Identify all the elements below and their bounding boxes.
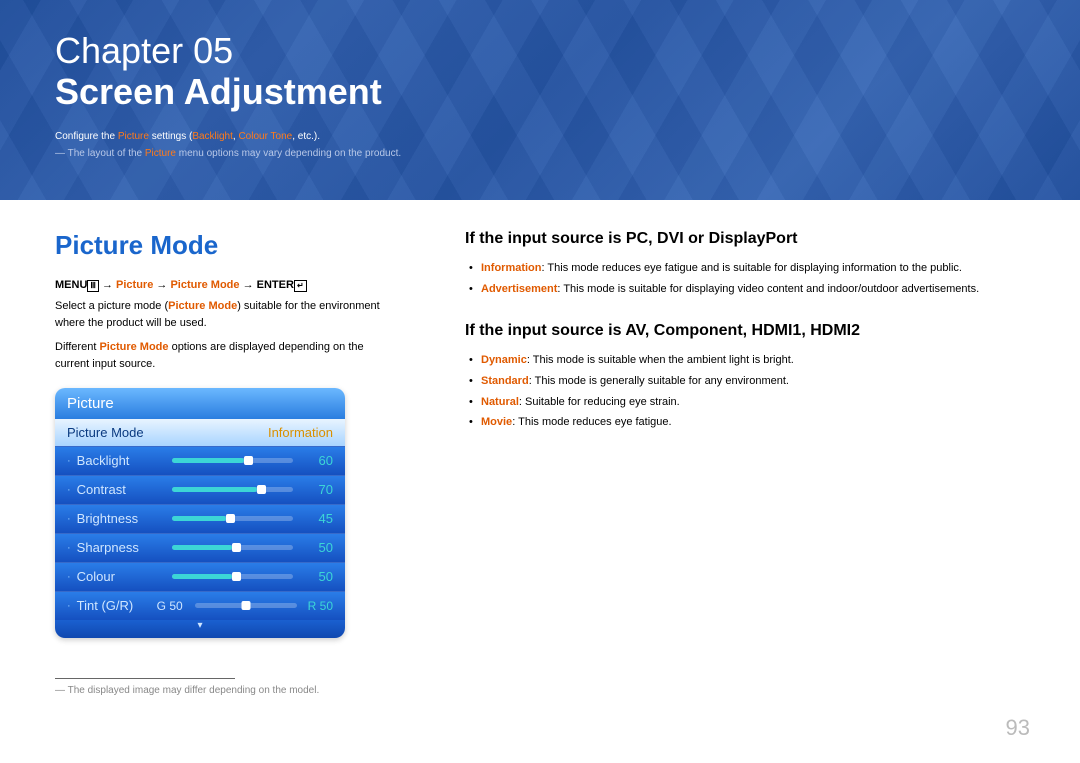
osd-panel: Picture Picture Mode Information ·Backli… — [55, 388, 345, 638]
chapter-label: Chapter 05 — [55, 30, 233, 71]
osd-row-tint[interactable]: ·Tint (G/R) G 50 R 50 — [55, 591, 345, 620]
osd-row-colour[interactable]: ·Colour 50 — [55, 562, 345, 591]
tint-slider[interactable] — [195, 603, 297, 608]
chapter-title: Screen Adjustment — [55, 71, 382, 112]
list-item: Natural: Suitable for reducing eye strai… — [469, 392, 1025, 413]
mode-list-pc: Information: This mode reduces eye fatig… — [465, 258, 1025, 300]
osd-header: Picture — [55, 388, 345, 419]
list-item: Movie: This mode reduces eye fatigue. — [469, 412, 1025, 433]
osd-row-sharpness[interactable]: ·Sharpness 50 — [55, 533, 345, 562]
mode-list-av: Dynamic: This mode is suitable when the … — [465, 350, 1025, 434]
subheading-pc: If the input source is PC, DVI or Displa… — [465, 230, 1025, 248]
paragraph-1: Select a picture mode (Picture Mode) sui… — [55, 298, 395, 331]
chevron-down-icon: ▾ — [197, 620, 202, 631]
list-item: Information: This mode reduces eye fatig… — [469, 258, 1025, 279]
slider-bar[interactable] — [172, 574, 293, 579]
chapter-intro: Configure the Picture settings (Backligh… — [55, 131, 1025, 142]
osd-row-contrast[interactable]: ·Contrast 70 — [55, 475, 345, 504]
left-column: Picture Mode MENUⅢ → Picture → Picture M… — [55, 230, 395, 696]
chapter-heading: Chapter 05 Screen Adjustment — [55, 30, 1025, 113]
footnote-rule — [55, 678, 235, 679]
list-item: Standard: This mode is generally suitabl… — [469, 371, 1025, 392]
menu-icon: Ⅲ — [87, 280, 99, 292]
osd-selected-value: Information — [268, 425, 333, 440]
chapter-banner: Chapter 05 Screen Adjustment Configure t… — [0, 0, 1080, 200]
list-item: Dynamic: This mode is suitable when the … — [469, 350, 1025, 371]
right-column: If the input source is PC, DVI or Displa… — [465, 230, 1025, 696]
list-item: Advertisement: This mode is suitable for… — [469, 279, 1025, 300]
osd-row-backlight[interactable]: ·Backlight 60 — [55, 446, 345, 475]
slider-bar[interactable] — [172, 545, 293, 550]
paragraph-2: Different Picture Mode options are displ… — [55, 339, 395, 372]
page-number: 93 — [1006, 715, 1030, 741]
subheading-av: If the input source is AV, Component, HD… — [465, 322, 1025, 340]
slider-bar[interactable] — [172, 458, 293, 463]
menu-navigation-path: MENUⅢ → Picture → Picture Mode → ENTER↵ — [55, 279, 395, 292]
footnote: ― The displayed image may differ dependi… — [55, 685, 395, 696]
page-content: Picture Mode MENUⅢ → Picture → Picture M… — [0, 200, 1080, 696]
osd-selected-row[interactable]: Picture Mode Information — [55, 419, 345, 446]
slider-bar[interactable] — [172, 516, 293, 521]
section-title: Picture Mode — [55, 230, 395, 261]
osd-selected-label: Picture Mode — [67, 425, 144, 440]
chapter-intro-note: ― The layout of the Picture menu options… — [55, 148, 1025, 159]
osd-footer[interactable]: ▾ — [55, 620, 345, 638]
osd-row-brightness[interactable]: ·Brightness 45 — [55, 504, 345, 533]
enter-icon: ↵ — [294, 280, 307, 292]
slider-bar[interactable] — [172, 487, 293, 492]
